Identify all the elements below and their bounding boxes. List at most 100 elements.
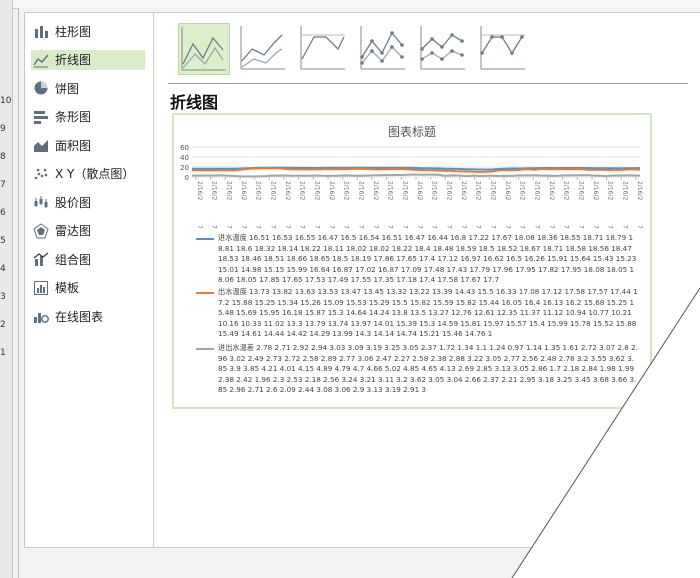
x-tick-label: 7 <box>211 225 218 229</box>
x-tick-label: 2/16/2 <box>607 181 614 200</box>
x-tick-label: 2/16/2 <box>416 181 423 200</box>
chart-subtype-line[interactable] <box>178 23 230 75</box>
x-tick-label: 2/16/2 <box>489 181 496 200</box>
chart-subtype-stacked-line-with-markers[interactable] <box>418 23 468 73</box>
chart-title: 图表标题 <box>387 125 436 139</box>
x-tick-label: 7 <box>533 225 540 229</box>
chart-subtype-percent-stacked-line-with-markers[interactable] <box>478 23 528 73</box>
x-tick-label: 2/16/2 <box>577 181 584 200</box>
row-number: 10 <box>0 96 12 106</box>
row-number: 8 <box>0 152 6 162</box>
x-tick-label: 7 <box>416 225 423 229</box>
x-tick-label: 7 <box>636 225 643 229</box>
x-tick-label: 2/16/2 <box>284 181 291 200</box>
sidebar-item-online-chart[interactable]: 在线图表 <box>31 306 145 326</box>
spreadsheet-row-header: 10 9 8 7 6 5 4 3 2 1 <box>0 0 13 578</box>
sidebar-item-combo-chart[interactable]: 组合图 <box>31 249 145 269</box>
sidebar-item-radar-chart[interactable]: 雷达图 <box>31 221 145 241</box>
x-tick-label: 7 <box>563 225 570 229</box>
x-tick-label: 2/16/2 <box>563 181 570 200</box>
sidebar-item-scatter-chart[interactable]: X Y（散点图） <box>31 164 145 184</box>
line-icon <box>181 27 226 71</box>
sidebar-item-label: 折线图 <box>55 53 92 67</box>
legend-swatch <box>196 348 214 350</box>
row-number: 4 <box>0 264 6 274</box>
chart-subtype-percent-stacked-line[interactable] <box>298 23 348 73</box>
chart-panel: 柱形图折线图饼图条形图面积图 X Y（散点图） 股价图雷达图组合图模板在线图表 折线… <box>24 12 700 548</box>
x-tick-label: 7 <box>240 225 247 229</box>
legend-swatch <box>196 292 214 294</box>
column-chart-icon <box>33 23 49 39</box>
x-tick-label: 7 <box>607 225 614 229</box>
sidebar-item-template[interactable]: 模板 <box>31 278 145 298</box>
row-number: 5 <box>0 236 6 246</box>
x-tick-label: 7 <box>387 225 394 229</box>
stacked-line-icon <box>240 26 285 70</box>
y-tick-label: 40 <box>180 154 189 162</box>
x-tick-label: 2/16/2 <box>299 181 306 200</box>
sidebar-item-label: 条形图 <box>55 110 92 124</box>
x-tick-label: 7 <box>225 225 232 229</box>
y-tick-label: 20 <box>180 164 189 172</box>
x-tick-label: 7 <box>548 225 555 229</box>
x-tick-label: 7 <box>357 225 364 229</box>
x-tick-label: 2/16/2 <box>372 181 379 200</box>
x-tick-label: 7 <box>401 225 408 229</box>
template-icon <box>33 280 49 296</box>
x-tick-label: 7 <box>284 225 291 229</box>
x-tick-label: 7 <box>196 225 203 229</box>
chart-type-sidebar: 柱形图折线图饼图条形图面积图 X Y（散点图） 股价图雷达图组合图模板在线图表 <box>25 13 154 547</box>
sidebar-item-stock-chart[interactable]: 股价图 <box>31 192 145 212</box>
sidebar-item-label: 雷达图 <box>55 224 92 238</box>
radar-chart-icon <box>33 222 49 239</box>
online-chart-icon <box>33 308 49 324</box>
bar-chart-icon <box>33 109 49 125</box>
row-number: 9 <box>0 124 6 134</box>
x-tick-label: 7 <box>372 225 379 229</box>
x-tick-label: 2/16/2 <box>519 181 526 200</box>
x-tick-label: 7 <box>475 225 482 229</box>
line-chart-icon <box>33 52 49 68</box>
x-tick-label: 7 <box>445 225 452 229</box>
row-number: 6 <box>0 208 6 218</box>
chart-subtype-stacked-line[interactable] <box>238 23 288 73</box>
x-tick-label: 2/16/2 <box>533 181 540 200</box>
x-tick-label: 2/16/2 <box>592 181 599 200</box>
x-tick-label: 2/16/2 <box>269 181 276 200</box>
sidebar-item-pie-chart[interactable]: 饼图 <box>31 78 145 98</box>
percent-stacked-line-icon <box>300 26 345 70</box>
sidebar-item-label: 组合图 <box>55 252 92 267</box>
sidebar-item-line-chart[interactable]: 折线图 <box>31 49 145 70</box>
chart-subtype-line-with-markers[interactable] <box>358 23 408 73</box>
sidebar-item-label: 柱形图 <box>55 24 92 39</box>
x-tick-label: 2/16/2 <box>357 181 364 200</box>
sidebar-item-label: 模板 <box>55 281 80 295</box>
percent-stacked-line-with-markers-icon <box>480 26 525 70</box>
line-with-markers-icon <box>360 26 405 70</box>
x-tick-label: 2/16/2 <box>255 181 262 200</box>
x-tick-label: 7 <box>519 225 526 229</box>
ok-button[interactable] <box>544 555 582 577</box>
x-tick-label: 2/16/2 <box>387 181 394 200</box>
x-tick-label: 2/16/2 <box>504 181 511 200</box>
series-line-2 <box>192 173 640 178</box>
x-tick-label: 7 <box>269 225 276 229</box>
sidebar-item-area-chart[interactable]: 面积图 <box>31 135 145 155</box>
x-tick-label: 7 <box>504 225 511 229</box>
combo-chart-icon <box>33 251 49 267</box>
legend-label: 出水温度 13.73 13.82 13.63 13.53 13.47 13.45… <box>218 287 638 338</box>
x-tick-label: 2/16/2 <box>431 181 438 200</box>
y-tick-label: 60 <box>180 144 189 152</box>
x-tick-label: 2/16/2 <box>475 181 482 200</box>
x-tick-label: 7 <box>431 225 438 229</box>
sidebar-item-bar-chart[interactable]: 条形图 <box>31 107 145 127</box>
row-number: 7 <box>0 180 6 190</box>
x-tick-label: 2/16/2 <box>636 181 643 200</box>
legend-swatch <box>196 238 214 240</box>
x-tick-label: 2/16/2 <box>196 181 203 200</box>
y-tick-label: 0 <box>185 174 189 182</box>
sidebar-item-label: 饼图 <box>55 81 80 96</box>
x-tick-label: 7 <box>621 225 628 229</box>
sidebar-item-label: 股价图 <box>55 195 92 210</box>
sidebar-item-column-chart[interactable]: 柱形图 <box>31 21 145 41</box>
